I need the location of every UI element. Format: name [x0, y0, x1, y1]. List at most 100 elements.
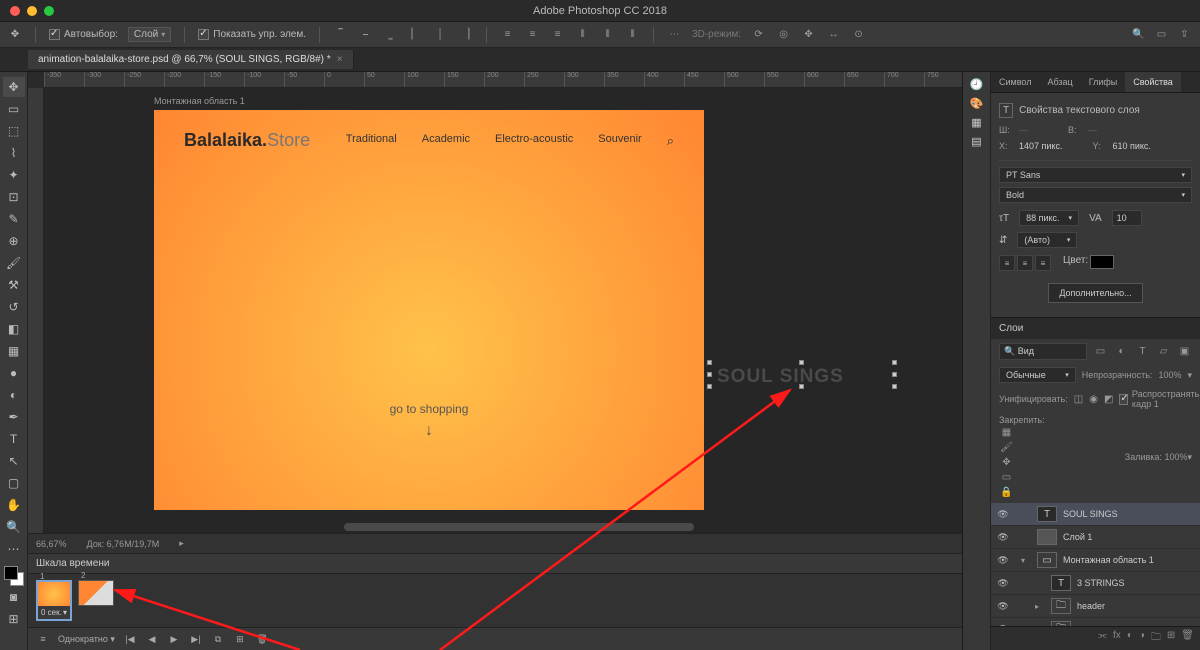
lock-artboard-icon[interactable]: ▭ — [999, 470, 1014, 485]
layer-row[interactable]: 👁Слой 1 — [991, 526, 1200, 549]
distribute-h1-icon[interactable]: ⦀ — [575, 27, 590, 42]
distribute-h2-icon[interactable]: ⦀ — [600, 27, 615, 42]
hand-tool[interactable]: ✋ — [3, 495, 25, 515]
lock-pixels-icon[interactable]: 🖌 — [999, 440, 1014, 455]
align-left-button[interactable]: ≡ — [999, 255, 1015, 271]
healing-brush-tool[interactable]: ⊕ — [3, 231, 25, 251]
quick-mask-tool[interactable]: ◙ — [3, 587, 25, 607]
link-layers-icon[interactable]: ⫘ — [1098, 630, 1107, 647]
first-frame-button[interactable]: |◀ — [123, 632, 137, 646]
align-right-icon[interactable]: ▕ — [458, 27, 473, 42]
next-frame-button[interactable]: ▶| — [189, 632, 203, 646]
color-icon[interactable]: 🎨 — [970, 97, 984, 110]
distribute-v3-icon[interactable]: ≡ — [550, 27, 565, 42]
lock-transparent-icon[interactable]: ▦ — [999, 425, 1014, 440]
document-tab[interactable]: animation-balalaika-store.psd @ 66,7% (S… — [28, 50, 354, 69]
tween-button[interactable]: ⧉ — [211, 632, 225, 646]
visibility-icon[interactable]: 👁 — [997, 601, 1009, 612]
brush-tool[interactable]: 🖌 — [3, 253, 25, 273]
edit-toolbar[interactable]: ⋯ — [3, 539, 25, 559]
lasso-tool[interactable]: ⌇ — [3, 143, 25, 163]
artboard-label[interactable]: Монтажная область 1 — [154, 96, 245, 106]
pen-tool[interactable]: ✒ — [3, 407, 25, 427]
zoom-icon[interactable]: ⊙ — [851, 27, 866, 42]
share-icon[interactable]: ⇪ — [1177, 27, 1192, 42]
layer-filter-dropdown[interactable]: 🔍 Вид — [999, 343, 1087, 360]
color-swatches[interactable] — [4, 566, 24, 586]
layer-mask-icon[interactable]: ◐ — [1127, 630, 1133, 647]
font-family-dropdown[interactable]: PT Sans — [999, 167, 1192, 183]
close-tab-icon[interactable]: × — [337, 54, 343, 65]
align-hcenter-icon[interactable]: │ — [433, 27, 448, 42]
ruler-vertical[interactable] — [28, 88, 44, 533]
filter-shape-icon[interactable]: ▱ — [1156, 344, 1171, 359]
dodge-tool[interactable]: ◐ — [3, 385, 25, 405]
type-tool[interactable]: T — [3, 429, 25, 449]
distribute-h3-icon[interactable]: ⦀ — [625, 27, 640, 42]
new-group-icon[interactable]: 🗀 — [1151, 630, 1161, 647]
new-frame-button[interactable]: ⊞ — [233, 632, 247, 646]
clone-stamp-tool[interactable]: ⚒ — [3, 275, 25, 295]
workspace-icon[interactable]: ▭ — [1154, 27, 1169, 42]
layer-row[interactable]: 👁▾▭Монтажная область 1 — [991, 549, 1200, 572]
tab-paragraph[interactable]: Абзац — [1039, 72, 1080, 92]
foreground-color[interactable] — [4, 566, 18, 580]
show-controls-checkbox[interactable]: Показать упр. элем. — [198, 29, 306, 40]
adjustment-layer-icon[interactable]: ◑ — [1139, 630, 1145, 647]
doc-size[interactable]: Док: 6,76M/19,7M — [87, 539, 160, 549]
blur-tool[interactable]: ● — [3, 363, 25, 383]
status-chevron-icon[interactable]: ▸ — [179, 538, 184, 549]
tab-properties[interactable]: Свойства — [1125, 72, 1181, 92]
shape-tool[interactable]: ▢ — [3, 473, 25, 493]
distribute-v2-icon[interactable]: ≡ — [525, 27, 540, 42]
distribute-v1-icon[interactable]: ≡ — [500, 27, 515, 42]
search-icon[interactable]: 🔍 — [1131, 27, 1146, 42]
history-brush-tool[interactable]: ↺ — [3, 297, 25, 317]
move-tool[interactable]: ✥ — [3, 77, 25, 97]
unify-pos-icon[interactable]: ◫ — [1074, 392, 1083, 407]
opacity-value[interactable]: 100% — [1158, 370, 1181, 380]
new-layer-icon[interactable]: ⊞ — [1167, 630, 1175, 647]
history-icon[interactable]: 🕘 — [970, 78, 984, 91]
prop-y-value[interactable]: 610 пикс. — [1112, 141, 1150, 151]
unify-vis-icon[interactable]: ◉ — [1089, 392, 1098, 407]
layer-row[interactable]: 👁TSOUL SINGS — [991, 503, 1200, 526]
canvas-viewport[interactable]: Монтажная область 1 Balalaika.Store Trad… — [44, 88, 962, 533]
unify-style-icon[interactable]: ◩ — [1104, 392, 1113, 407]
filter-image-icon[interactable]: ▭ — [1093, 344, 1108, 359]
blend-mode-dropdown[interactable]: Обычные — [999, 367, 1076, 383]
align-center-button[interactable]: ≡ — [1017, 255, 1033, 271]
artboard-tool[interactable]: ▭ — [3, 99, 25, 119]
crop-tool[interactable]: ⊡ — [3, 187, 25, 207]
pan-icon[interactable]: ✥ — [801, 27, 816, 42]
prev-frame-button[interactable]: ◀ — [145, 632, 159, 646]
path-tool[interactable]: ↖ — [3, 451, 25, 471]
advanced-button[interactable]: Дополнительно... — [1048, 283, 1142, 303]
layer-fx-icon[interactable]: fx — [1113, 630, 1121, 647]
eyedropper-tool[interactable]: ✎ — [3, 209, 25, 229]
font-size-input[interactable]: 88 пикс. — [1019, 210, 1079, 226]
lock-position-icon[interactable]: ✥ — [999, 455, 1014, 470]
align-top-icon[interactable]: ⎴ — [333, 27, 348, 42]
animation-frame-1[interactable]: 1 0 сек.▾ — [36, 580, 72, 621]
orbit-icon[interactable]: ⟳ — [751, 27, 766, 42]
loop-dropdown[interactable]: Однократно ▾ — [58, 634, 115, 645]
libraries-icon[interactable]: ▤ — [971, 135, 981, 148]
visibility-icon[interactable]: 👁 — [997, 578, 1009, 589]
delete-frame-button[interactable]: 🗑 — [255, 632, 269, 646]
visibility-icon[interactable]: 👁 — [997, 555, 1009, 566]
tab-glyphs[interactable]: Глифы — [1081, 72, 1126, 92]
animation-frame-2[interactable]: 2 — [78, 580, 114, 606]
eraser-tool[interactable]: ◧ — [3, 319, 25, 339]
gradient-tool[interactable]: ▦ — [3, 341, 25, 361]
align-vcenter-icon[interactable]: ⎯ — [358, 27, 373, 42]
screen-mode-tool[interactable]: ⊞ — [3, 609, 25, 629]
ruler-horizontal[interactable]: -350-300-250-200-150-100-500501001502002… — [44, 72, 962, 88]
horizontal-scrollbar[interactable] — [344, 523, 694, 531]
layer-row[interactable]: 👁▸🗀header — [991, 595, 1200, 618]
tab-character[interactable]: Символ — [991, 72, 1039, 92]
propagate-checkbox[interactable]: Распространять кадр 1 — [1119, 389, 1200, 409]
timeline-menu-icon[interactable]: ≡ — [36, 632, 50, 646]
autoselect-target-dropdown[interactable]: Слой — [128, 27, 171, 42]
layer-row[interactable]: 👁▾🗀promo — [991, 618, 1200, 626]
